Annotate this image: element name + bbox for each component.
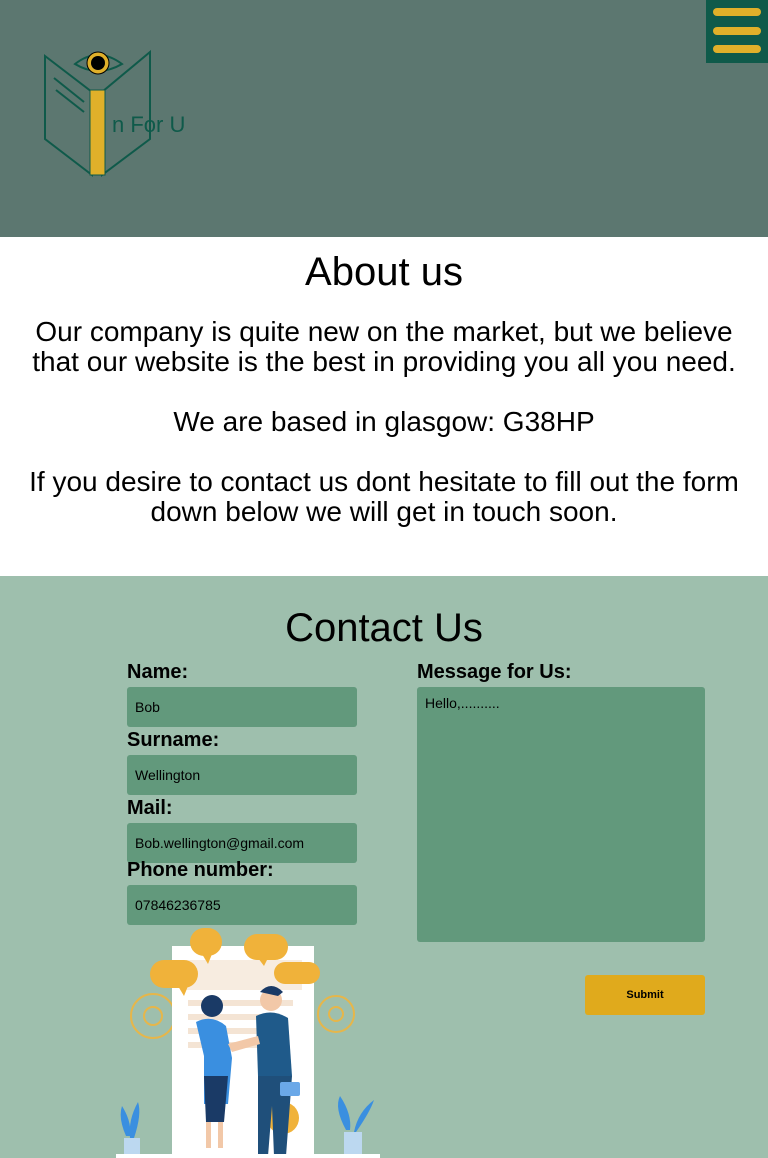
name-input[interactable] <box>127 687 357 727</box>
handshake-people-illustration <box>116 928 380 1158</box>
site-header: n For U <box>0 0 768 237</box>
surname-input[interactable] <box>127 755 357 795</box>
in-for-u-logo[interactable]: n For U <box>40 44 200 182</box>
submit-button[interactable]: Submit <box>585 975 705 1015</box>
name-label: Name: <box>127 661 189 683</box>
menu-button[interactable] <box>706 0 768 63</box>
contact-title: Contact Us <box>285 606 483 650</box>
surname-label: Surname: <box>127 729 220 751</box>
about-paragraph-location: We are based in glasgow: G38HP <box>173 406 595 437</box>
about-title: About us <box>305 250 463 294</box>
about-paragraph-contact: If you desire to contact us dont hesitat… <box>29 466 739 527</box>
message-label: Message for Us: <box>417 661 572 683</box>
about-section: About us Our company is quite new on the… <box>0 237 768 576</box>
mail-label: Mail: <box>127 797 173 819</box>
message-textarea[interactable]: Hello,.......... <box>417 687 705 942</box>
phone-label: Phone number: <box>127 859 274 881</box>
phone-input[interactable] <box>127 885 357 925</box>
about-paragraph-intro: Our company is quite new on the market, … <box>32 316 736 377</box>
contact-section: Contact Us Name: Surname: Mail: Phone nu… <box>0 576 768 1158</box>
logo-text: n For U <box>112 112 185 137</box>
mail-input[interactable] <box>127 823 357 863</box>
